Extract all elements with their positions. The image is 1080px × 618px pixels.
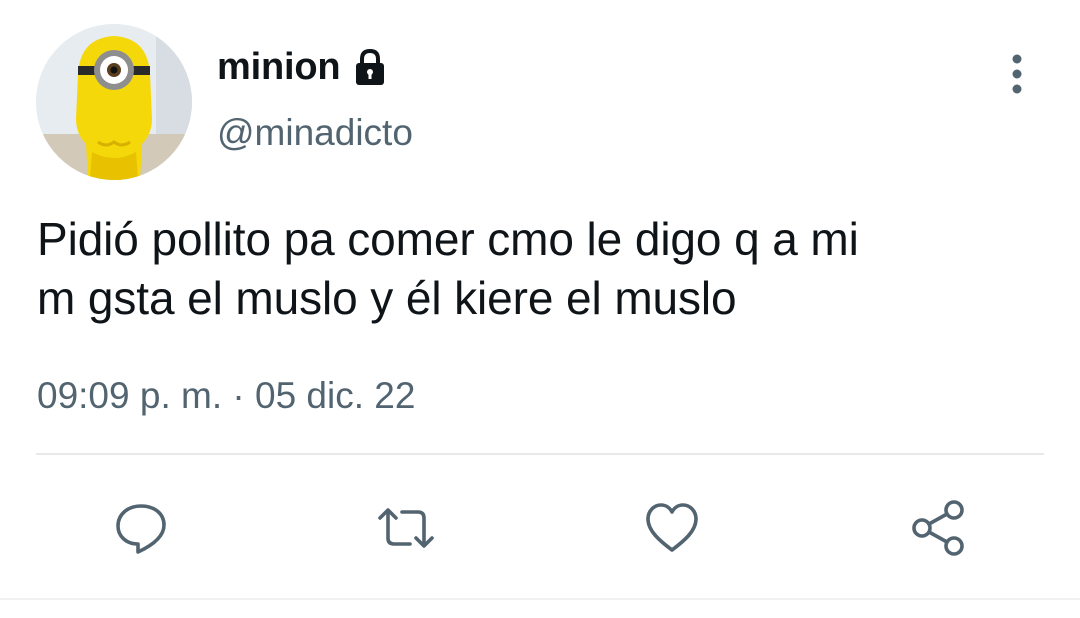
like-button[interactable] [640, 496, 704, 560]
minion-avatar-image [36, 24, 192, 180]
retweet-button[interactable] [374, 496, 438, 560]
lock-icon [350, 47, 390, 87]
tweet-timestamp[interactable]: 09:09 p. m. · 05 dic. 22 [37, 373, 415, 419]
divider [36, 453, 1044, 455]
avatar[interactable] [36, 24, 192, 180]
more-options-button[interactable] [997, 50, 1037, 100]
more-vertical-icon [1012, 54, 1022, 94]
user-handle[interactable]: @minadicto [217, 110, 413, 156]
heart-icon [646, 503, 698, 552]
reply-icon [116, 504, 166, 554]
tweet-text-line: m gsta el muslo y él kiere el muslo [37, 272, 737, 324]
display-name[interactable]: minion [217, 44, 341, 90]
share-icon [912, 500, 964, 556]
display-name-row[interactable]: minion [217, 44, 390, 90]
retweet-icon [378, 508, 434, 548]
tweet-text-line: Pidió pollito pa comer cmo le digo q a m… [37, 213, 859, 265]
reply-button[interactable] [109, 496, 173, 560]
share-button[interactable] [906, 496, 970, 560]
tweet-text: Pidió pollito pa comer cmo le digo q a m… [37, 210, 1047, 328]
bottom-divider [0, 598, 1080, 600]
